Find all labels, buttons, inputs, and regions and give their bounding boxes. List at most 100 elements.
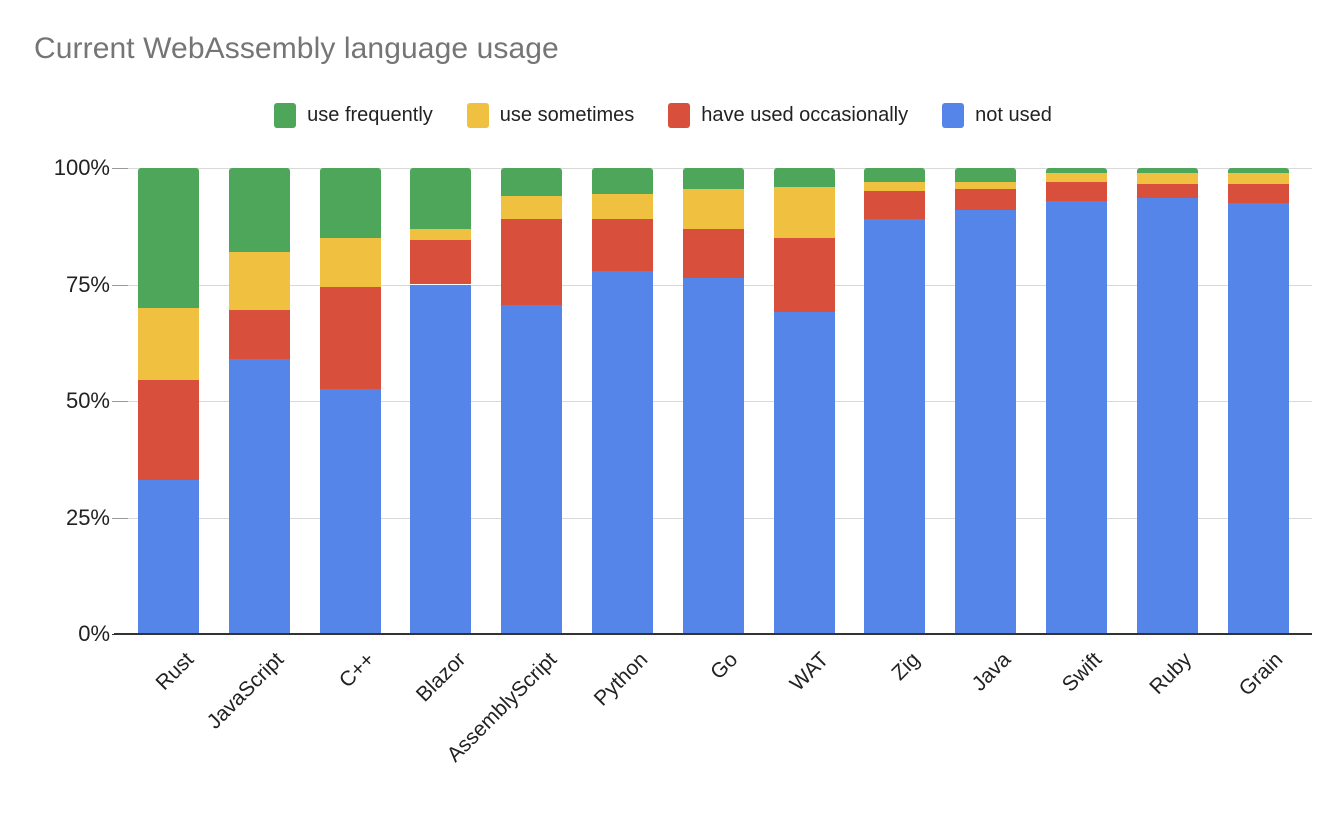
bar-segment-not-used[interactable] [682,277,744,634]
legend-label: use sometimes [499,104,635,126]
legend-label: not used [975,104,1052,126]
bar-segment-use-frequently[interactable] [955,168,1017,182]
bar-segment-not-used[interactable] [955,209,1017,634]
bar-segment-have-used-occasionally[interactable] [1136,184,1198,199]
x-axis-tick-label: Java [967,648,1015,696]
y-tick-mark [112,168,128,169]
bar-segment-use-frequently[interactable] [1046,168,1107,173]
bar-segment-not-used[interactable] [319,389,381,634]
bar-segment-use-sometimes[interactable] [1136,172,1198,185]
chart-legend: use frequently use sometimes have used occ… [0,103,1326,128]
bar-segment-not-used[interactable] [1227,202,1289,634]
bar-segment-have-used-occasionally[interactable] [864,191,926,220]
x-axis-tick-label: Grain [1234,648,1288,701]
plot-area [114,168,1312,635]
bar-segment-use-sometimes[interactable] [682,188,744,229]
bar-segment-not-used[interactable] [773,312,835,634]
bar-segment-have-used-occasionally[interactable] [682,228,744,278]
y-axis-tick-label: 50% [65,388,110,413]
bar-segment-use-sometimes[interactable] [138,307,199,381]
chart-title: Current WebAssembly language usage [34,32,559,65]
bar-java[interactable] [955,168,1017,634]
bar-segment-have-used-occasionally[interactable] [773,237,835,313]
bar-assemblyscript[interactable] [501,168,563,634]
bar-segment-not-used[interactable] [1136,198,1198,634]
bar-segment-use-sometimes[interactable] [319,237,381,287]
legend-item-have-used-occasionally[interactable]: have used occasionally [668,103,908,128]
bar-python[interactable] [592,168,653,634]
bar-segment-use-frequently[interactable] [410,168,472,229]
bar-segment-use-frequently[interactable] [592,168,653,194]
bar-segment-use-frequently[interactable] [682,168,744,189]
x-axis-tick-label: WAT [785,648,834,696]
bar-segment-use-frequently[interactable] [1136,168,1198,173]
bar-segment-use-sometimes[interactable] [955,181,1017,189]
x-axis-tick-label: Go [706,648,743,685]
bar-segment-have-used-occasionally[interactable] [228,310,290,360]
x-axis-tick-label: JavaScript [202,648,289,734]
legend-label: have used occasionally [701,104,909,126]
bar-segment-use-frequently[interactable] [864,168,926,182]
bar-segment-not-used[interactable] [592,270,653,634]
bar-blazor[interactable] [410,168,472,634]
bar-segment-have-used-occasionally[interactable] [319,286,381,390]
bar-segment-have-used-occasionally[interactable] [592,219,653,271]
axis-baseline [114,633,1312,635]
bar-segment-use-frequently[interactable] [228,168,290,252]
bar-segment-have-used-occasionally[interactable] [501,219,563,306]
bar-segment-not-used[interactable] [864,219,926,634]
bar-segment-not-used[interactable] [501,305,563,634]
bar-swift[interactable] [1046,168,1107,634]
x-axis-tick-label: Ruby [1145,648,1197,699]
bar-javascript[interactable] [228,168,290,634]
bar-segment-use-sometimes[interactable] [1227,172,1289,185]
bar-segment-have-used-occasionally[interactable] [1046,181,1107,201]
y-axis-tick-label: 25% [65,504,110,530]
y-tick-mark [112,284,128,286]
bar-segment-use-sometimes[interactable] [864,181,926,192]
bar-zig[interactable] [864,168,926,634]
bar-segment-not-used[interactable] [228,359,290,634]
bar-segment-use-sometimes[interactable] [501,195,563,220]
bar-segment-not-used[interactable] [138,480,199,634]
bar-segment-use-frequently[interactable] [773,168,835,187]
bar-segment-use-frequently[interactable] [138,168,199,308]
bar-segment-use-sometimes[interactable] [228,251,290,311]
legend-swatch-icon [274,103,297,128]
bar-segment-have-used-occasionally[interactable] [1227,184,1289,203]
bar-segment-have-used-occasionally[interactable] [138,380,199,481]
bar-ruby[interactable] [1136,168,1198,634]
bar-wat[interactable] [773,168,835,634]
y-axis-tick-label: 75% [65,271,110,297]
x-axis-tick-label: Python [589,648,652,711]
bar-segment-use-sometimes[interactable] [410,228,472,241]
legend-swatch-icon [466,103,489,128]
y-axis-tick-label: 0% [78,621,110,646]
bar-segment-not-used[interactable] [410,284,472,634]
bar-segment-use-sometimes[interactable] [592,193,653,220]
bar-segment-use-frequently[interactable] [1227,168,1289,173]
legend-item-use-sometimes[interactable]: use sometimes [466,103,635,128]
bar-go[interactable] [682,168,744,634]
bar-segment-have-used-occasionally[interactable] [410,240,472,285]
legend-label: use frequently [307,104,433,126]
y-tick-mark [112,401,128,402]
y-tick-mark [112,634,128,635]
bar-segment-use-sometimes[interactable] [773,186,835,238]
bar-segment-not-used[interactable] [1046,200,1107,634]
chart-container: Current WebAssembly language usage use f… [0,0,1326,814]
bar-segment-use-frequently[interactable] [501,168,563,196]
x-axis-tick-label: Zig [887,648,925,685]
y-axis-tick-label: 100% [53,155,110,180]
legend-item-not-used[interactable]: not used [942,103,1052,128]
legend-swatch-icon [668,103,691,128]
bar-c-[interactable] [319,168,381,634]
legend-item-use-frequently[interactable]: use frequently [274,103,433,128]
bar-segment-use-frequently[interactable] [319,168,381,238]
bar-segment-have-used-occasionally[interactable] [955,188,1017,210]
bar-rust[interactable] [138,168,199,634]
bar-segment-use-sometimes[interactable] [1046,172,1107,182]
x-axis-tick-label: C++ [335,648,380,693]
y-tick-mark [112,517,128,519]
bar-grain[interactable] [1227,168,1289,634]
